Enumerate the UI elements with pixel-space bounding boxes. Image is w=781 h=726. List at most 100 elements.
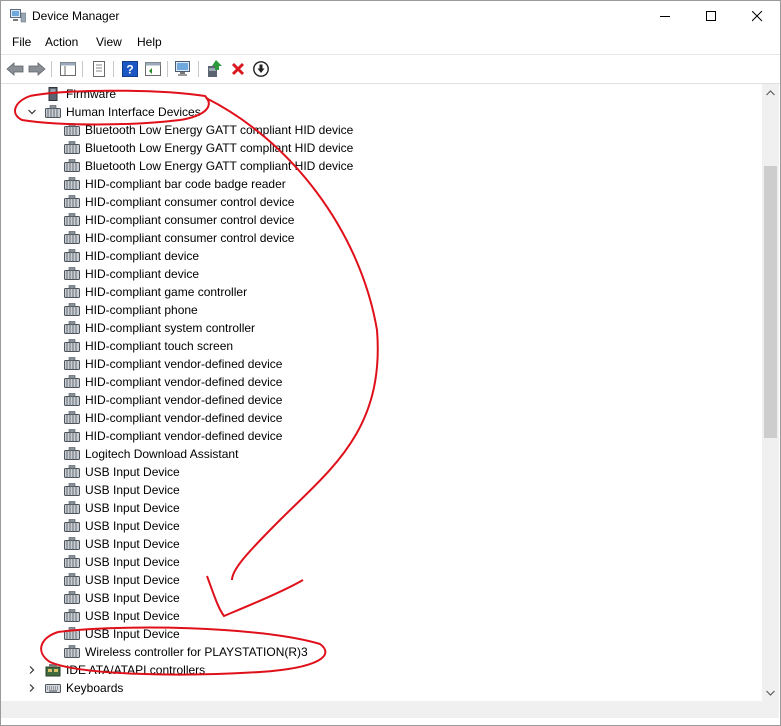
device-label: HID-compliant vendor-defined device <box>85 429 283 443</box>
hid-device-icon <box>64 465 80 478</box>
chevron-right-icon[interactable] <box>27 683 37 693</box>
tree-item-hid-device[interactable]: HID-compliant device <box>1 247 741 265</box>
tree-item-hid-device[interactable]: HID-compliant vendor-defined device <box>1 373 741 391</box>
device-label: USB Input Device <box>85 519 180 533</box>
hid-device-icon <box>45 105 61 118</box>
ide-controller-icon <box>45 664 61 677</box>
tree-item-hid-device[interactable]: USB Input Device <box>1 535 741 553</box>
menu-view[interactable]: View <box>96 35 122 49</box>
tree-item-hid-device[interactable]: HID-compliant vendor-defined device <box>1 409 741 427</box>
tree-item-hid-device[interactable]: Wireless controller for PLAYSTATION(R)3 <box>1 643 741 661</box>
tree-item-hid-device[interactable]: HID-compliant system controller <box>1 319 741 337</box>
action-pane-button[interactable] <box>143 59 163 79</box>
device-label: HID-compliant consumer control device <box>85 213 295 227</box>
vertical-scrollbar[interactable] <box>762 84 779 701</box>
device-label: Wireless controller for PLAYSTATION(R)3 <box>85 645 308 659</box>
menu-bar: File Action View Help <box>1 32 780 54</box>
chevron-down-icon[interactable] <box>27 107 37 117</box>
toolbar: ? <box>1 54 780 84</box>
hid-device-icon <box>64 537 80 550</box>
scroll-down-button[interactable] <box>762 684 779 701</box>
tree-item-firmware[interactable]: Firmware <box>1 85 741 103</box>
disable-device-button[interactable] <box>251 59 271 79</box>
vertical-scroll-thumb[interactable] <box>764 166 777 438</box>
hid-device-icon <box>64 429 80 442</box>
tree-item-hid-device[interactable]: USB Input Device <box>1 517 741 535</box>
tree-item-keyboards[interactable]: Keyboards <box>1 679 741 697</box>
tree-item-ide-ata-atapi-controllers[interactable]: IDE ATA/ATAPI controllers <box>1 661 741 679</box>
chevron-right-icon[interactable] <box>27 665 37 675</box>
tree-item-hid-device[interactable]: Logitech Download Assistant <box>1 445 741 463</box>
console-tree-icon <box>60 62 76 76</box>
tree-item-hid-device[interactable]: USB Input Device <box>1 589 741 607</box>
menu-action[interactable]: Action <box>45 35 78 49</box>
minimize-button[interactable] <box>642 1 688 32</box>
device-label: HID-compliant touch screen <box>85 339 234 353</box>
device-label: USB Input Device <box>85 465 180 479</box>
horizontal-scrollbar[interactable] <box>1 701 762 718</box>
chevron-up-icon <box>766 89 775 95</box>
toolbar-separator <box>113 61 114 77</box>
hid-device-icon <box>64 123 80 136</box>
tree-item-hid-device[interactable]: HID-compliant game controller <box>1 283 741 301</box>
firmware-icon <box>48 87 58 101</box>
hid-device-icon <box>64 357 80 370</box>
device-label: USB Input Device <box>85 627 180 641</box>
tree-item-hid-device[interactable]: USB Input Device <box>1 553 741 571</box>
toolbar-separator <box>167 61 168 77</box>
close-button[interactable] <box>734 1 780 32</box>
tree-item-hid-device[interactable]: USB Input Device <box>1 463 741 481</box>
tree-item-hid-device[interactable]: HID-compliant vendor-defined device <box>1 391 741 409</box>
hid-device-icon <box>64 393 80 406</box>
menu-help[interactable]: Help <box>137 35 162 49</box>
properties-button[interactable] <box>89 59 109 79</box>
tree-item-hid-device[interactable]: USB Input Device <box>1 481 741 499</box>
properties-icon <box>93 61 105 77</box>
device-label: Bluetooth Low Energy GATT compliant HID … <box>85 123 354 137</box>
device-label: USB Input Device <box>85 573 180 587</box>
hid-device-icon <box>64 375 80 388</box>
tree-item-human-interface-devices[interactable]: Human Interface Devices <box>1 103 741 121</box>
maximize-button[interactable] <box>688 1 734 32</box>
update-driver-button[interactable] <box>205 59 225 79</box>
tree-item-hid-device[interactable]: HID-compliant consumer control device <box>1 211 741 229</box>
hid-device-icon <box>64 177 80 190</box>
hid-device-icon <box>64 573 80 586</box>
tree-item-hid-device[interactable]: Bluetooth Low Energy GATT compliant HID … <box>1 121 741 139</box>
chevron-down-icon <box>766 690 775 696</box>
tree-item-hid-device[interactable]: HID-compliant bar code badge reader <box>1 175 741 193</box>
show-hide-console-tree-button[interactable] <box>58 59 78 79</box>
tree-item-hid-device[interactable]: HID-compliant device <box>1 265 741 283</box>
update-driver-icon <box>208 60 222 77</box>
toolbar-separator <box>198 61 199 77</box>
back-button[interactable] <box>5 59 25 79</box>
device-label: Firmware <box>66 87 116 101</box>
hid-device-icon <box>64 447 80 460</box>
tree-item-hid-device[interactable]: HID-compliant phone <box>1 301 741 319</box>
tree-item-hid-device[interactable]: USB Input Device <box>1 499 741 517</box>
tree-item-hid-device[interactable]: USB Input Device <box>1 625 741 643</box>
menu-file[interactable]: File <box>12 35 31 49</box>
forward-button[interactable] <box>27 59 47 79</box>
tree-item-hid-device[interactable]: USB Input Device <box>1 571 741 589</box>
tree-item-hid-device[interactable]: HID-compliant vendor-defined device <box>1 427 741 445</box>
tree-item-hid-device[interactable]: Bluetooth Low Energy GATT compliant HID … <box>1 157 741 175</box>
hid-device-icon <box>64 321 80 334</box>
device-label: HID-compliant vendor-defined device <box>85 393 283 407</box>
device-label: Human Interface Devices <box>66 105 201 119</box>
tree-item-hid-device[interactable]: HID-compliant consumer control device <box>1 229 741 247</box>
uninstall-device-button[interactable] <box>228 59 248 79</box>
device-manager-window: Device Manager File Action View Help ? F… <box>0 0 781 726</box>
tree-item-hid-device[interactable]: HID-compliant touch screen <box>1 337 741 355</box>
tree-item-hid-device[interactable]: HID-compliant vendor-defined device <box>1 355 741 373</box>
scan-hardware-button[interactable] <box>174 59 194 79</box>
tree-item-hid-device[interactable]: HID-compliant consumer control device <box>1 193 741 211</box>
tree-item-hid-device[interactable]: Bluetooth Low Energy GATT compliant HID … <box>1 139 741 157</box>
scroll-up-button[interactable] <box>762 84 779 101</box>
hid-device-icon <box>64 411 80 424</box>
hid-device-icon <box>64 285 80 298</box>
help-button[interactable]: ? <box>120 59 140 79</box>
tree-item-hid-device[interactable]: USB Input Device <box>1 607 741 625</box>
scan-monitor-icon <box>175 61 190 76</box>
back-arrow-icon <box>6 62 24 76</box>
